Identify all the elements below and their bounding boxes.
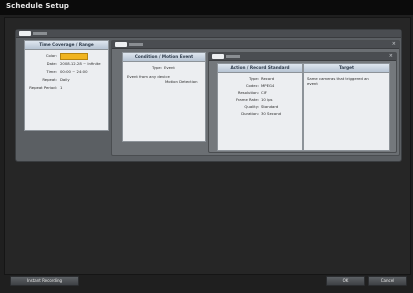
condition-card[interactable]: Condition / Motion Event Type: Event Eve… [122, 52, 206, 142]
action-card[interactable]: Action / Record Standard Type: Record Co… [217, 63, 303, 151]
time-coverage-card[interactable]: Time Coverage / Range Color: Date: 2008.… [24, 40, 109, 131]
repeat-label: Repeat: [42, 77, 57, 82]
date-label: Date: [46, 61, 57, 66]
time-label: Time: [46, 69, 57, 74]
cancel-button[interactable]: Cancel [368, 276, 407, 286]
time-row-color: Color: [25, 53, 108, 60]
time-row-repeat: Repeat: Daily [25, 77, 108, 83]
action-framerate-label: Frame Rate: [235, 97, 259, 102]
action-tag-icon[interactable] [212, 54, 224, 59]
condition-tag-icon[interactable] [115, 42, 127, 47]
action-framerate-value: 10 ips [261, 97, 273, 102]
action-close-icon[interactable]: × [389, 53, 393, 59]
time-row-time: Time: 00:00 ~ 24:00 [25, 69, 108, 75]
schedule-setup-window: Schedule Setup Time Coverage / Range Col… [0, 0, 413, 293]
stage-header [16, 30, 401, 38]
action-group: × Action / Record Standard Type: Record … [208, 52, 397, 153]
action-codec-value: MPEG4 [261, 83, 275, 88]
action-duration-label: Duration: [241, 111, 259, 116]
window-title: Schedule Setup [6, 2, 70, 10]
action-group-header [209, 53, 396, 61]
title-bar: Schedule Setup [0, 0, 413, 15]
condition-line1: Event from any device [127, 74, 170, 79]
time-card-header: Time Coverage / Range [25, 41, 108, 50]
target-card-header: Target [304, 64, 389, 73]
condition-group-header [112, 41, 399, 49]
action-quality-value: Standard [261, 104, 279, 109]
color-label: Color: [45, 53, 57, 58]
repeat-period-value: 1 [60, 85, 63, 90]
repeat-value: Daily [60, 77, 70, 82]
action-quality-label: Quality: [244, 104, 259, 109]
condition-group: × Condition / Motion Event Type: Event E… [111, 40, 400, 156]
time-row-period: Repeat Period: 1 [25, 85, 108, 91]
action-tag-label [226, 55, 240, 58]
date-value: 2008.12.28 ~ Infinite [60, 61, 101, 66]
condition-card-header: Condition / Motion Event [123, 53, 205, 62]
instant-recording-button[interactable]: Instant Recording [10, 276, 79, 286]
action-codec-label: Codec: [245, 83, 259, 88]
time-value: 00:00 ~ 24:00 [60, 69, 88, 74]
action-type-value: Record [261, 76, 275, 81]
ok-button[interactable]: OK [326, 276, 365, 286]
color-swatch[interactable] [60, 53, 88, 60]
condition-tag-label [129, 43, 143, 46]
schedule-stage: Time Coverage / Range Color: Date: 2008.… [15, 29, 402, 162]
action-type-label: Type: [249, 76, 259, 81]
condition-line2: Motion Detection [165, 79, 198, 84]
action-card-header: Action / Record Standard [218, 64, 302, 73]
time-row-date: Date: 2008.12.28 ~ Infinite [25, 61, 108, 67]
repeat-period-label: Repeat Period: [29, 85, 57, 90]
stage-tag-icon[interactable] [19, 31, 31, 36]
condition-close-icon[interactable]: × [392, 41, 396, 47]
condition-type-label: Type: [152, 65, 162, 70]
action-duration-value: 30 Second [261, 111, 282, 116]
stage-tag-label [33, 32, 47, 35]
action-resolution-label: Resolution: [237, 90, 259, 95]
target-text-line2: event [307, 81, 318, 86]
condition-type-value: Event [164, 65, 175, 70]
action-resolution-value: CIF [261, 90, 267, 95]
target-card[interactable]: Target Same cameras that triggered an ev… [303, 63, 390, 151]
